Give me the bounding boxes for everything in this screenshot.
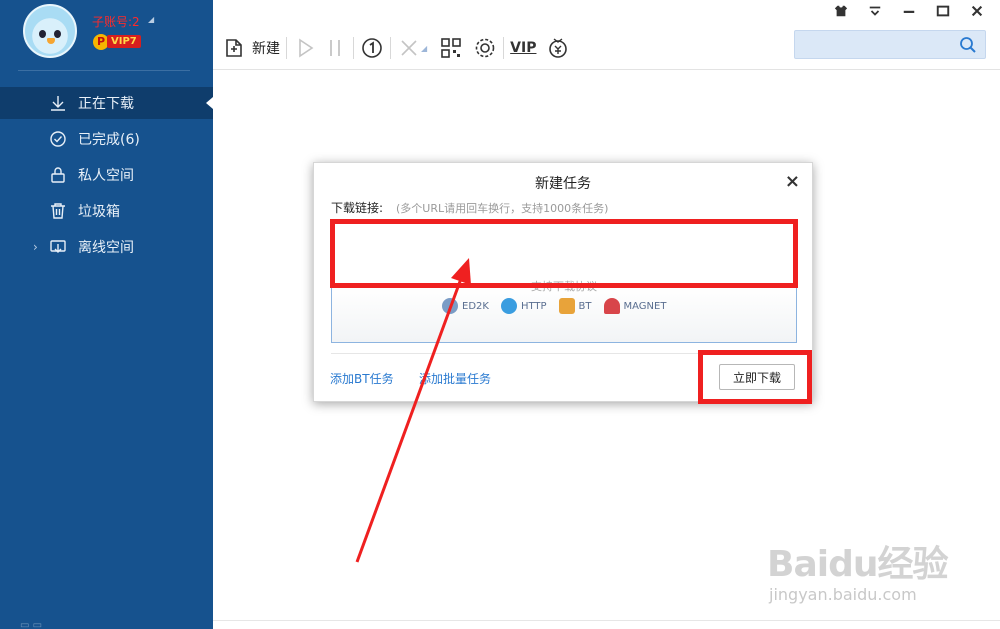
sidebar-item-downloading[interactable]: 正在下载 <box>0 87 213 119</box>
watermark-url: jingyan.baidu.com <box>769 585 917 604</box>
add-batch-task-link[interactable]: 添加批量任务 <box>419 370 491 387</box>
dropdown-triangle-icon[interactable]: ◢ <box>421 44 427 53</box>
protocol-label: BT <box>578 300 592 312</box>
skin-icon[interactable] <box>832 2 850 20</box>
qrcode-icon <box>441 38 461 58</box>
protocol-list: ED2K HTTP BT MAGNET <box>442 298 666 314</box>
menu-icon[interactable] <box>866 2 884 20</box>
sidebar-item-label: 离线空间 <box>78 240 134 256</box>
avatar[interactable] <box>23 4 77 58</box>
protocol-ed2k: ED2K <box>442 298 489 314</box>
new-task-button[interactable]: 新建 <box>222 33 280 63</box>
watermark-logo: Baidu经验 <box>767 544 948 585</box>
delete-icon <box>401 40 417 56</box>
yuan-bag-icon <box>549 38 568 58</box>
search-icon[interactable] <box>959 36 977 54</box>
one-circle-icon <box>362 38 382 58</box>
search-input[interactable] <box>795 31 955 58</box>
settings-button[interactable] <box>473 33 497 63</box>
window-controls <box>832 2 986 20</box>
sidebar-item-completed[interactable]: 已完成(6) <box>0 123 213 155</box>
vip-level: VIP7 <box>107 35 141 48</box>
wallet-button[interactable] <box>546 33 570 63</box>
check-circle-icon <box>48 129 68 149</box>
vip-label: VIP <box>510 40 537 56</box>
dialog-title: 新建任务 <box>535 176 591 192</box>
new-task-label: 新建 <box>252 41 280 57</box>
qrcode-button[interactable] <box>439 33 463 63</box>
search-box <box>794 30 986 59</box>
protocol-bt: BT <box>558 298 592 314</box>
account-dropdown-icon[interactable]: ◢ <box>148 15 154 24</box>
url-label: 下载链接: <box>331 201 384 215</box>
account-name[interactable]: 子账号:2 <box>92 13 140 30</box>
cloud-download-icon <box>48 237 68 257</box>
status-divider <box>213 620 1000 621</box>
new-file-icon <box>226 39 242 57</box>
sidebar-item-label: 正在下载 <box>78 96 134 112</box>
play-icon <box>299 38 314 58</box>
close-icon[interactable] <box>968 2 986 20</box>
sidebar-item-trash[interactable]: 垃圾箱 <box>0 195 213 227</box>
toolbar-separator <box>286 37 287 59</box>
app-window: 子账号:2 ◢ P VIP7 正在下载 已完成(6) 私人空间 垃圾箱 › 离线… <box>0 0 1000 629</box>
gear-icon <box>475 38 495 58</box>
sidebar-item-label: 垃圾箱 <box>78 204 120 220</box>
toolbar-separator <box>503 37 505 59</box>
trash-icon <box>48 201 68 221</box>
sidebar-bottom-icons[interactable]: ▭ ▭ <box>20 620 42 629</box>
pause-icon <box>330 40 340 56</box>
toolbar: 新建 ◢ VIP <box>222 32 570 64</box>
protocol-magnet: MAGNET <box>603 298 667 314</box>
pause-button[interactable] <box>323 33 347 63</box>
ed2k-icon <box>442 298 458 314</box>
start-button[interactable] <box>293 33 317 63</box>
annotation-box-url <box>330 219 798 288</box>
magnet-icon <box>603 298 620 314</box>
sidebar-item-private-space[interactable]: 私人空间 <box>0 159 213 191</box>
protocol-http: HTTP <box>500 298 547 314</box>
http-icon <box>500 298 517 314</box>
vip-button[interactable]: VIP <box>510 33 536 63</box>
lock-icon <box>48 165 68 185</box>
add-bt-task-link[interactable]: 添加BT任务 <box>330 370 394 387</box>
delete-button[interactable]: ◢ <box>397 33 427 63</box>
chevron-right-icon[interactable]: › <box>33 240 38 254</box>
speed-limit-button[interactable] <box>360 33 384 63</box>
download-icon <box>48 93 68 113</box>
toolbar-separator <box>353 37 354 59</box>
baidu-watermark: Baidu经验 jingyan.baidu.com <box>767 525 967 615</box>
vip-badge[interactable]: P VIP7 <box>93 33 141 50</box>
sidebar: 子账号:2 ◢ P VIP7 正在下载 已完成(6) 私人空间 垃圾箱 › 离线… <box>0 0 213 629</box>
annotation-box-download <box>698 350 812 404</box>
bt-icon <box>558 298 575 314</box>
sidebar-divider <box>18 70 190 71</box>
sidebar-item-label: 私人空间 <box>78 168 134 184</box>
protocol-label: ED2K <box>462 300 489 312</box>
toolbar-divider <box>213 69 1000 70</box>
url-hint: (多个URL请用回车换行，支持1000条任务) <box>396 202 609 215</box>
sidebar-item-label: 已完成(6) <box>78 132 140 148</box>
toolbar-separator <box>390 37 391 59</box>
protocol-label: MAGNET <box>623 300 667 312</box>
protocol-label: HTTP <box>520 300 547 312</box>
sidebar-item-offline-space[interactable]: › 离线空间 <box>0 231 213 263</box>
active-indicator <box>206 97 213 109</box>
maximize-icon[interactable] <box>934 2 952 20</box>
dialog-close-button[interactable]: × <box>785 171 800 192</box>
minimize-icon[interactable] <box>900 2 918 20</box>
